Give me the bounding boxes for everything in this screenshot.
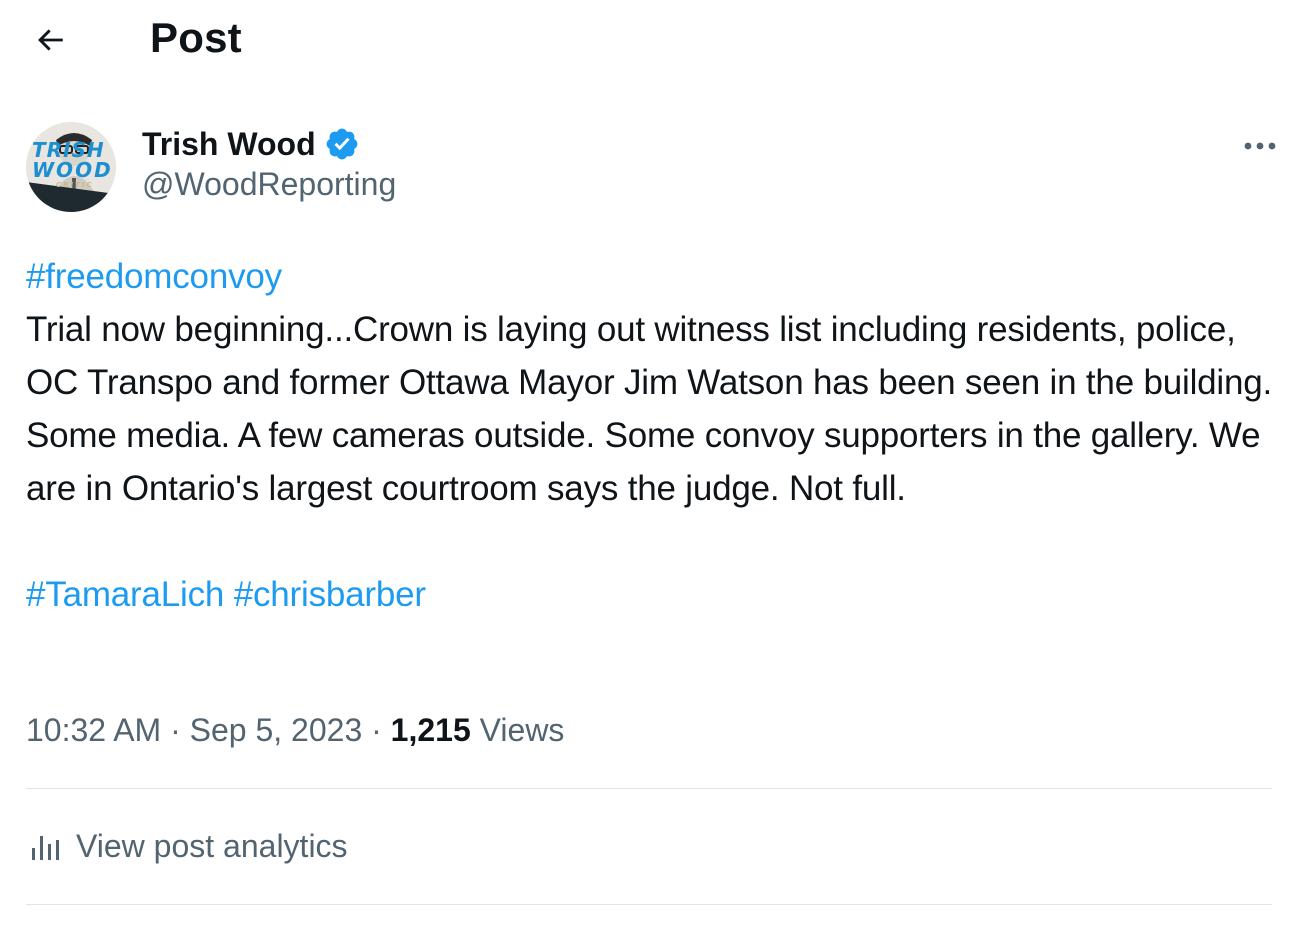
hashtag-chrisbarber[interactable]: #chrisbarber [234,575,426,614]
divider-bottom [26,904,1272,905]
meta-separator: · [371,712,382,748]
post-time[interactable]: 10:32 AM [26,712,161,748]
page-title: Post [150,14,242,61]
more-dots-icon [1244,142,1276,150]
post-text: Trial now beginning...Crown is laying ou… [26,310,1282,508]
avatar-logo-text: TRISH WOOD CRITIC [32,138,113,189]
hashtag-freedomconvoy[interactable]: #freedomconvoy [26,257,282,296]
hashtag-tamaralich[interactable]: #TamaraLich [26,575,224,614]
top-bar: Post [0,0,1308,80]
author-name-line: Trish Wood [142,122,360,166]
verified-badge-icon[interactable] [324,126,360,162]
bar-chart-icon [26,826,66,866]
post-body: #freedomconvoy Trial now beginning...Cro… [26,250,1276,621]
view-analytics-button[interactable]: View post analytics [26,818,348,874]
post-meta: 10:32 AM · Sep 5, 2023 · 1,215 Views [26,704,564,756]
hashtags-line: #TamaraLich #chrisbarber [26,568,1276,621]
view-analytics-label: View post analytics [76,827,348,864]
post-date[interactable]: Sep 5, 2023 [190,712,363,748]
views-count: 1,215 [390,712,471,748]
author-name[interactable]: Trish Wood [142,126,316,163]
author-handle[interactable]: @WoodReporting [142,166,396,203]
avatar[interactable]: TRISH WOOD CRITIC [26,122,116,212]
divider-top [26,788,1272,789]
arrow-left-icon [38,29,63,51]
meta-separator: · [170,712,181,748]
post-page: Post TRISH WOOD CRITIC Trish Wood @WoodR… [0,0,1308,946]
more-options-button[interactable] [1238,128,1282,164]
views-label: Views [479,712,565,748]
author-row: TRISH WOOD CRITIC Trish Wood @WoodReport… [26,120,1282,220]
back-button[interactable] [28,18,72,62]
